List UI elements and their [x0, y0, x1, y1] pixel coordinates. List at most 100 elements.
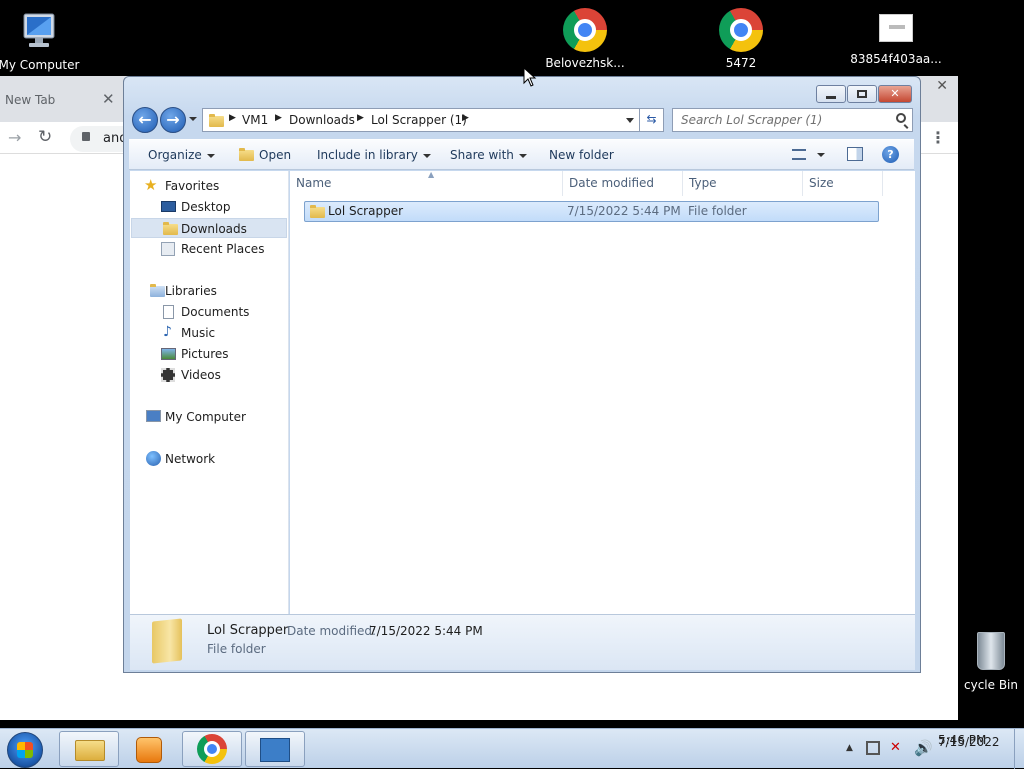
details-date-label: Date modified:: [287, 624, 377, 638]
nav-videos[interactable]: Videos: [154, 365, 221, 385]
desktop-icon-label: 83854f403aa...: [850, 52, 942, 66]
nav-my-computer[interactable]: My Computer: [144, 407, 246, 427]
desktop-icon-belovezhsk[interactable]: Belovezhsk...: [537, 8, 633, 70]
chrome-icon: [197, 734, 227, 764]
nav-desktop[interactable]: Desktop: [154, 197, 231, 217]
desktop-icon-recycle-bin[interactable]: cycle Bin: [958, 632, 1024, 692]
taskbar-control-panel-button[interactable]: [245, 731, 305, 767]
organize-label: Organize: [148, 148, 202, 162]
window-close-icon[interactable]: ✕: [936, 78, 948, 94]
forward-arrow-icon[interactable]: →: [8, 128, 21, 147]
column-header-type[interactable]: Type: [683, 171, 803, 196]
column-header-date-modified[interactable]: Date modified: [563, 171, 683, 196]
taskbar-media-player-button[interactable]: [121, 731, 181, 767]
taskbar-chrome-button[interactable]: [182, 731, 242, 767]
desktop-icon-5472[interactable]: 5472: [693, 8, 789, 70]
refresh-button[interactable]: ⇆: [640, 108, 664, 132]
column-header-size[interactable]: Size: [803, 171, 883, 196]
breadcrumb-vm1[interactable]: VM1: [242, 113, 268, 127]
network-disconnected-icon[interactable]: ✕: [890, 740, 906, 756]
tab-close-icon[interactable]: ✕: [102, 90, 115, 108]
details-date-value: 7/15/2022 5:44 PM: [369, 624, 483, 638]
nav-my-computer-label: My Computer: [165, 410, 246, 424]
column-header-name[interactable]: Name: [290, 171, 563, 196]
recycle-bin-icon: [977, 632, 1005, 670]
taskbar-explorer-button[interactable]: [59, 731, 119, 767]
search-icon[interactable]: [896, 113, 906, 123]
computer-icon: [23, 13, 55, 47]
open-button[interactable]: Open: [239, 148, 291, 162]
mouse-cursor-icon: [523, 67, 537, 87]
nav-downloads[interactable]: Downloads: [131, 218, 287, 238]
breadcrumb-current-folder[interactable]: Lol Scrapper (1): [371, 113, 467, 127]
show-desktop-button[interactable]: [1014, 729, 1024, 769]
address-bar[interactable]: ▶ VM1 ▶ Downloads ▶ Lol Scrapper (1) ▶: [202, 108, 640, 132]
nav-recent-places[interactable]: Recent Places: [154, 239, 264, 259]
maximize-button[interactable]: [847, 85, 877, 103]
nav-pictures[interactable]: Pictures: [154, 344, 229, 364]
folder-large-icon: [152, 618, 182, 664]
star-icon: ★: [144, 176, 158, 194]
recent-pages-chevron-icon[interactable]: [189, 117, 197, 121]
change-view-icon[interactable]: [792, 149, 806, 160]
start-button[interactable]: [7, 732, 43, 768]
forward-button[interactable]: →: [160, 107, 186, 133]
chevron-down-icon: [518, 153, 527, 158]
desktop-icon: [161, 201, 176, 212]
downloads-folder-icon: [163, 222, 178, 235]
breadcrumb-separator-icon[interactable]: ▶: [462, 113, 469, 123]
back-button[interactable]: ←: [132, 107, 158, 133]
chrome-icon: [719, 8, 763, 52]
share-with-button[interactable]: Share with: [450, 148, 527, 162]
videos-icon: [161, 368, 175, 382]
breadcrumb-separator-icon[interactable]: ▶: [357, 113, 364, 123]
desktop-icon-label: 5472: [725, 56, 757, 70]
volume-icon[interactable]: 🔊: [914, 739, 933, 757]
new-folder-button[interactable]: New folder: [549, 148, 614, 162]
minimize-icon: [826, 95, 836, 99]
recent-places-icon: [161, 242, 175, 256]
file-name: Lol Scrapper: [328, 204, 404, 218]
desktop-icon-my-computer[interactable]: My Computer: [0, 8, 87, 72]
view-options-chevron-icon[interactable]: [817, 153, 825, 157]
help-icon[interactable]: ?: [882, 146, 899, 163]
nav-libraries[interactable]: Libraries: [144, 281, 217, 301]
nav-music[interactable]: ♪ Music: [154, 323, 215, 343]
column-header-size-label: Size: [809, 176, 834, 190]
organize-button[interactable]: Organize: [148, 148, 215, 162]
breadcrumb-separator-icon[interactable]: ▶: [275, 113, 282, 123]
chevron-down-icon: [422, 153, 431, 158]
nav-libraries-label: Libraries: [165, 284, 217, 298]
desktop-icon-label: Belovezhsk...: [545, 56, 625, 70]
explorer-window[interactable]: ✕ ← → ▶ VM1 ▶ Downloads ▶ Lol Scrapper (…: [123, 76, 921, 673]
include-in-library-button[interactable]: Include in library: [317, 148, 431, 162]
show-hidden-icons-chevron-icon[interactable]: ▲: [846, 743, 853, 753]
desktop-icon-image-file[interactable]: 83854f403aa...: [848, 8, 944, 66]
address-dropdown-icon[interactable]: [626, 118, 634, 123]
close-button[interactable]: ✕: [878, 85, 912, 103]
libraries-icon: [150, 284, 165, 297]
nav-desktop-label: Desktop: [181, 200, 231, 214]
browser-tab-title[interactable]: New Tab: [5, 93, 55, 107]
nav-network[interactable]: Network: [144, 449, 215, 469]
navigation-pane: ★ Favorites Desktop Downloads Recent Pla…: [130, 171, 289, 614]
search-box[interactable]: Search Lol Scrapper (1): [672, 108, 913, 132]
folder-icon: [75, 740, 105, 761]
nav-music-label: Music: [181, 326, 216, 340]
minimize-button[interactable]: [816, 85, 846, 103]
nav-documents-label: Documents: [181, 305, 250, 319]
open-label: Open: [259, 148, 292, 162]
action-center-icon[interactable]: [866, 741, 880, 755]
breadcrumb-downloads[interactable]: Downloads: [289, 113, 355, 127]
breadcrumb-separator-icon[interactable]: ▶: [229, 113, 236, 123]
reload-icon[interactable]: ↻: [38, 127, 52, 147]
file-row[interactable]: Lol Scrapper 7/15/2022 5:44 PM File fold…: [304, 201, 879, 222]
nav-documents[interactable]: Documents: [154, 302, 249, 322]
folder-icon: [209, 114, 224, 127]
nav-favorites[interactable]: ★ Favorites: [144, 176, 219, 196]
file-date-modified: 7/15/2022 5:44 PM: [567, 204, 681, 218]
sort-ascending-icon: ▲: [428, 170, 435, 179]
menu-kebab-icon[interactable]: ⋮: [930, 128, 946, 147]
close-icon: ✕: [890, 87, 900, 100]
preview-pane-icon[interactable]: [847, 147, 863, 161]
